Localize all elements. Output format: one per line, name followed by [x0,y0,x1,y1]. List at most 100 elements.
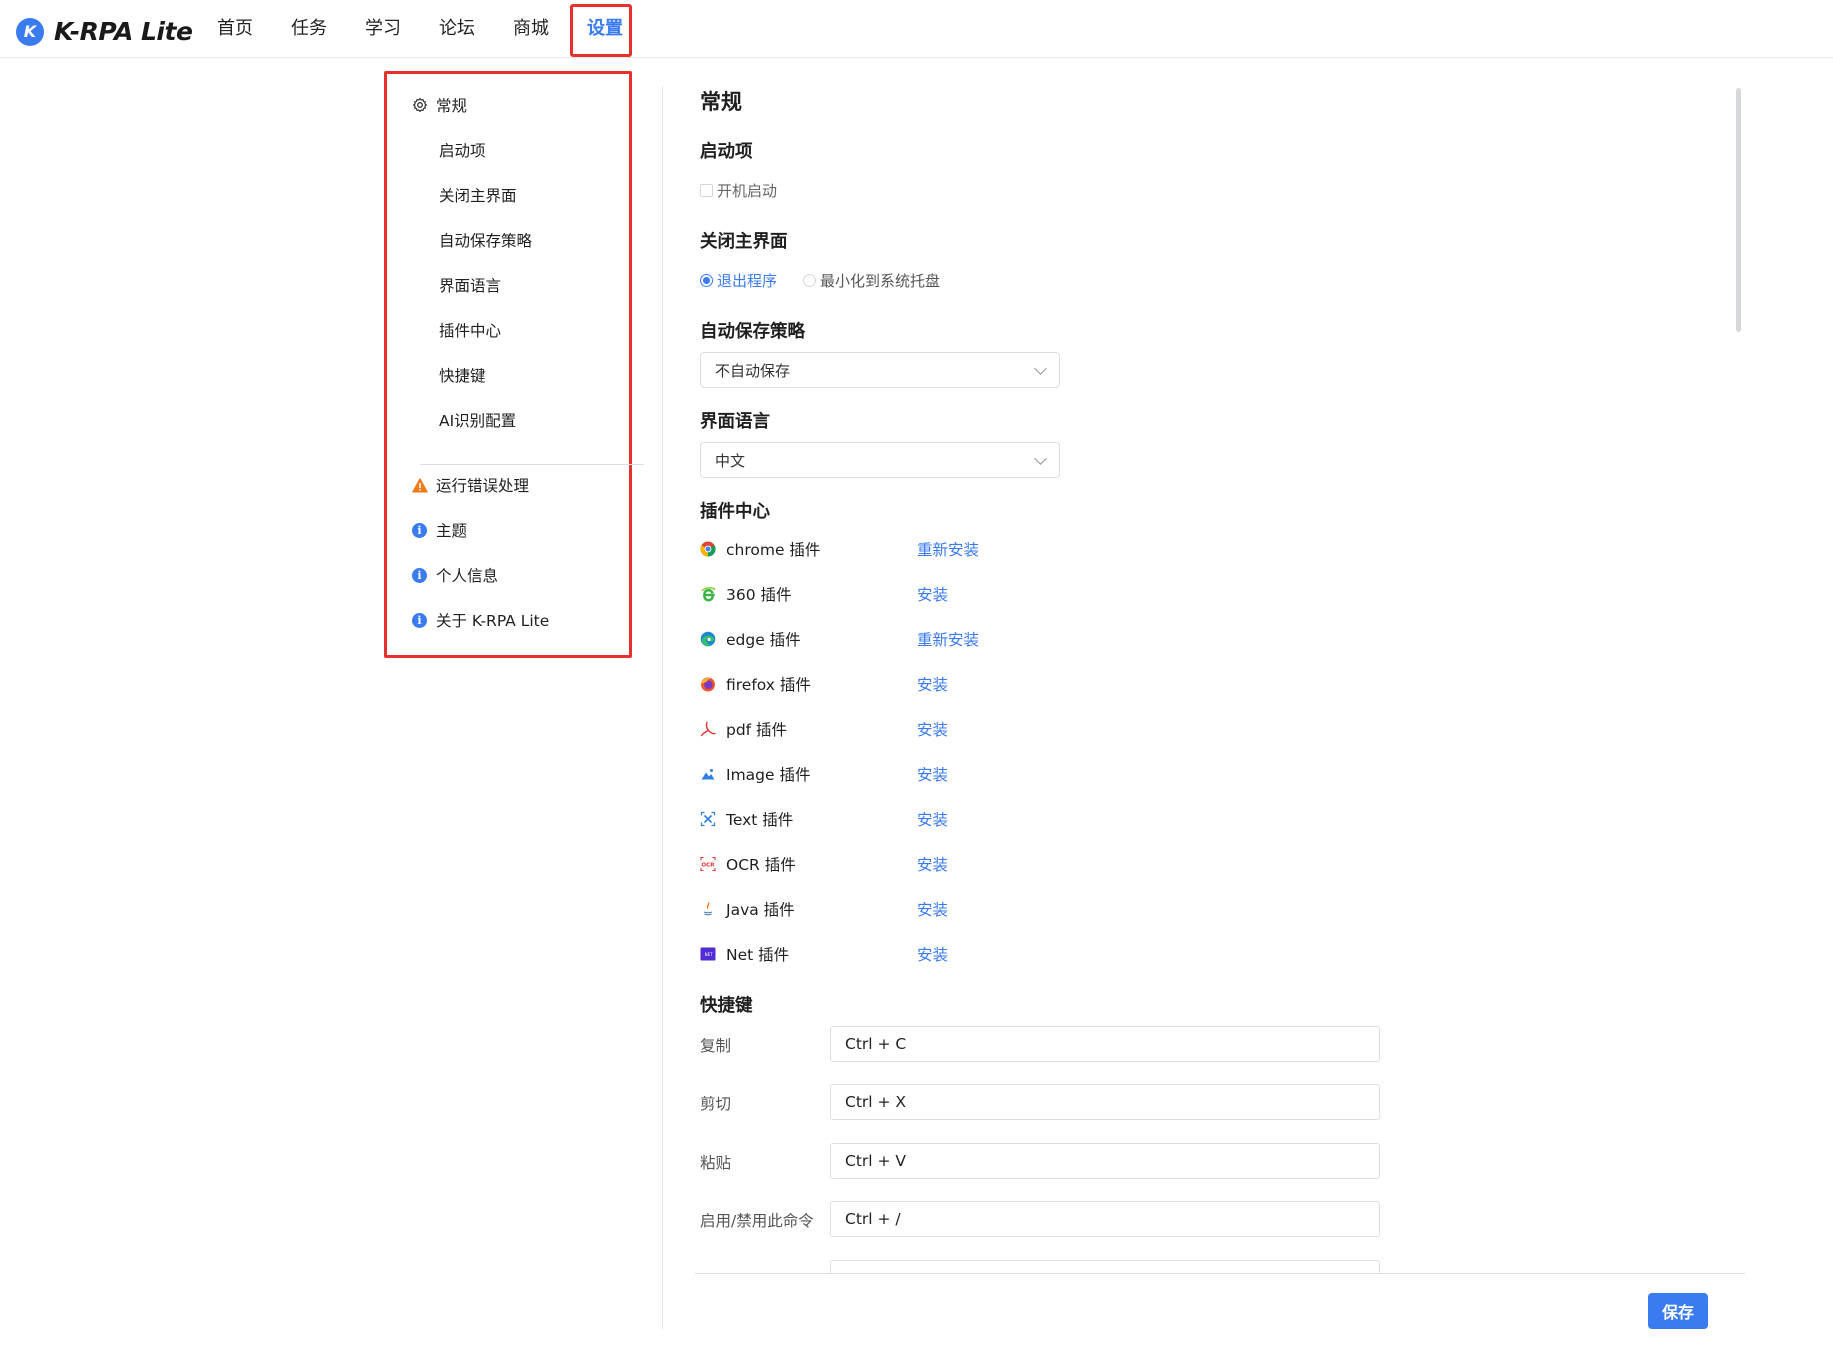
menu-ai-config[interactable]: AI识别配置 [400,405,516,435]
section-title-language: 界面语言 [700,412,770,432]
close-main-radio-group: 退出程序 最小化到系统托盘 [700,270,940,291]
info-icon: i [412,567,436,583]
plugin-row-firefox: firefox 插件 安装 [700,670,1120,698]
image-icon [700,766,716,782]
radio-exit-program[interactable] [700,274,713,287]
plugin-reinstall-link[interactable]: 重新安装 [917,628,979,650]
plugin-row-net: .NET Net 插件 安装 [700,940,1120,968]
plugin-install-link[interactable]: 安装 [917,853,948,875]
hotkey-input[interactable] [830,1260,1380,1274]
nav-store[interactable]: 商城 [494,0,568,58]
section-title-close-main: 关闭主界面 [700,232,788,252]
java-icon [700,901,716,917]
radio-minimize-tray[interactable] [803,274,817,287]
startup-checkbox-row[interactable]: 开机启动 [700,180,777,201]
plugin-name: Java 插件 [726,901,795,919]
firefox-icon [700,676,716,692]
menu-startup-label: 启动项 [439,142,486,160]
content-scrollbar[interactable] [1736,88,1741,332]
nav-learn[interactable]: 学习 [346,0,420,58]
gear-icon [412,97,436,113]
info-icon: i [412,612,436,628]
menu-startup[interactable]: 启动项 [400,135,486,165]
plugin-install-link[interactable]: 安装 [917,763,948,785]
menu-divider [420,464,644,465]
plugin-name: Text 插件 [726,811,794,829]
hotkey-input[interactable]: Ctrl + V [830,1143,1380,1179]
settings-content[interactable]: 常规 启动项 开机启动 关闭主界面 退出程序 最小化到系统托盘 自动保存策略 不… [700,86,1740,1274]
hotkey-input[interactable]: Ctrl + X [830,1084,1380,1120]
chevron-down-icon [1034,452,1047,465]
app-logo[interactable]: K K-RPA Lite [16,17,193,46]
plugin-row-360: 360 插件 安装 [700,580,1120,608]
chrome-icon [700,541,716,557]
menu-about[interactable]: i 关于 K-RPA Lite [400,605,549,635]
pdf-icon [700,721,716,737]
hotkey-input[interactable]: Ctrl + C [830,1026,1380,1062]
menu-general[interactable]: 常规 [400,90,467,120]
radio-minimize-tray-label[interactable]: 最小化到系统托盘 [820,270,940,291]
hotkey-label: 剪切 [700,1095,732,1113]
section-title-autosave: 自动保存策略 [700,322,805,342]
menu-close-main[interactable]: 关闭主界面 [400,180,517,210]
chevron-down-icon [1034,362,1047,375]
menu-autosave[interactable]: 自动保存策略 [400,225,532,255]
hotkey-row-partial [700,1260,1380,1274]
plugin-reinstall-link[interactable]: 重新安装 [917,538,979,560]
nav-tasks[interactable]: 任务 [272,0,346,58]
plugin-name: OCR 插件 [726,856,796,874]
nav-forum[interactable]: 论坛 [420,0,494,58]
plugin-row-chrome: chrome 插件 重新安装 [700,535,1120,563]
plugin-install-link[interactable]: 安装 [917,898,948,920]
plugin-install-link[interactable]: 安装 [917,718,948,740]
plugin-row-pdf: pdf 插件 安装 [700,715,1120,743]
menu-plugins-label: 插件中心 [439,322,502,340]
edge-icon [700,631,716,647]
plugin-install-link[interactable]: 安装 [917,583,948,605]
menu-general-label: 常规 [436,97,468,115]
menu-profile[interactable]: i 个人信息 [400,560,498,590]
plugin-name: edge 插件 [726,631,801,649]
footer-divider [695,1273,1745,1274]
plugin-row-image: Image 插件 安装 [700,760,1120,788]
menu-language[interactable]: 界面语言 [400,270,501,300]
hotkey-label: 粘贴 [700,1154,732,1172]
plugin-row-ocr: OCR OCR 插件 安装 [700,850,1120,878]
language-select[interactable]: 中文 [700,442,1060,478]
section-title-plugins: 插件中心 [700,502,770,522]
plugin-name: Image 插件 [726,766,811,784]
hotkey-input[interactable]: Ctrl + / [830,1201,1380,1237]
menu-autosave-label: 自动保存策略 [439,232,533,250]
360-browser-icon [700,586,716,602]
content-divider [662,86,663,1329]
plugin-install-link[interactable]: 安装 [917,943,948,965]
plugin-install-link[interactable]: 安装 [917,673,948,695]
section-title-hotkeys: 快捷键 [700,996,753,1016]
page-title: 常规 [700,90,742,114]
plugin-name: chrome 插件 [726,541,821,559]
startup-checkbox-label: 开机启动 [717,182,778,200]
hotkey-label: 启用/禁用此命令 [700,1212,814,1230]
menu-error-handling-label: 运行错误处理 [436,477,530,495]
menu-error-handling[interactable]: 运行错误处理 [400,470,529,500]
hotkey-label: 复制 [700,1037,732,1055]
plugin-name: Net 插件 [726,946,790,964]
text-icon [700,811,716,827]
menu-plugins[interactable]: 插件中心 [400,315,501,345]
autosave-select-value: 不自动保存 [715,361,791,380]
save-button[interactable]: 保存 [1648,1293,1708,1329]
autosave-select[interactable]: 不自动保存 [700,352,1060,388]
menu-theme[interactable]: i 主题 [400,515,467,545]
hotkey-row-copy: 复制 Ctrl + C [700,1026,1380,1062]
startup-checkbox[interactable] [700,184,713,197]
info-icon: i [412,522,436,538]
nav-home[interactable]: 首页 [198,0,272,58]
dotnet-icon: .NET [700,946,716,962]
menu-language-label: 界面语言 [439,277,502,295]
hotkey-row-toggle-command: 启用/禁用此命令 Ctrl + / [700,1201,1380,1237]
hotkey-row-paste: 粘贴 Ctrl + V [700,1143,1380,1179]
radio-exit-program-label[interactable]: 退出程序 [717,270,777,291]
settings-tab-highlight-box [570,4,632,57]
plugin-install-link[interactable]: 安装 [917,808,948,830]
menu-hotkeys[interactable]: 快捷键 [400,360,486,390]
